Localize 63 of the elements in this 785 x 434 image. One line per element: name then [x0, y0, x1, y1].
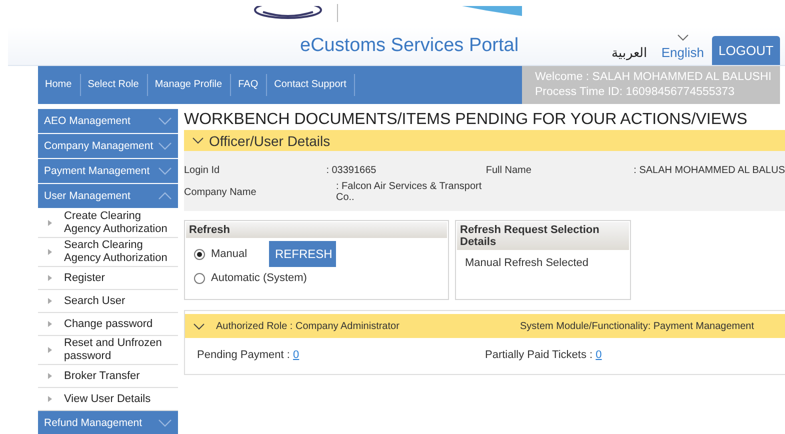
count-text: Partially Paid Tickets : 0 — [485, 349, 603, 361]
field-label: Login Id — [184, 164, 221, 176]
count-text: Pending Payment : 0 — [197, 349, 300, 361]
radio-label: Automatic (System) — [211, 272, 307, 284]
menu-item[interactable]: View User Details — [64, 392, 151, 406]
nav-link[interactable]: Contact Support — [267, 74, 356, 96]
field-value: : Falcon Air Services & Transport Co.. — [336, 181, 483, 203]
bullet-icon — [48, 220, 52, 226]
menu-item[interactable]: Create Clearing Agency Authorization — [64, 210, 178, 236]
chevron-down-icon — [158, 167, 172, 175]
language-link[interactable]: English — [661, 34, 704, 60]
radio-button[interactable] — [194, 248, 205, 260]
nav-link[interactable]: Home — [38, 74, 81, 96]
bullet-icon — [48, 396, 52, 402]
nav-link[interactable]: Select Role — [80, 74, 148, 96]
portal-title: eCustoms Services Portal — [300, 35, 519, 57]
process-time-text: Process Time ID: 16098456774555373 — [535, 85, 736, 100]
menu-item[interactable]: Broker Transfer — [64, 370, 140, 382]
radio-label: Manual — [211, 248, 248, 260]
page-title: WORKBENCH DOCUMENTS/ITEMS PENDING FOR YOUR ACTIONS/VIEWS — [184, 110, 748, 130]
bullet-icon — [48, 321, 52, 327]
section-header[interactable]: Authorized Role : Company Administrator System Module/Functionality: Payment Management — [185, 314, 785, 338]
field-label: Company Name — [184, 186, 258, 198]
menu-header[interactable]: User Management — [38, 184, 178, 208]
field-value: : 03391665 — [326, 164, 378, 176]
chevron-down-icon — [158, 142, 172, 150]
menu-header[interactable]: Payment Management — [38, 159, 178, 183]
emblem-icon — [253, 6, 323, 20]
panel-heading: Refresh Request Selection Details — [457, 222, 629, 250]
nav-link[interactable]: Manage Profile — [148, 74, 232, 96]
menu-item[interactable]: Search Clearing Agency Authorization — [64, 239, 178, 265]
logout-button[interactable]: LOGOUT — [712, 36, 780, 65]
chevron-down-icon — [158, 117, 172, 125]
panel-heading: Refresh — [186, 222, 447, 238]
section-header[interactable]: Officer/User Details — [184, 130, 785, 151]
menu-item[interactable]: Search User — [64, 294, 126, 308]
menu-item[interactable]: Reset and Unfrozen password — [64, 337, 178, 363]
chevron-up-icon — [158, 192, 172, 200]
bullet-icon — [48, 298, 52, 304]
language-link[interactable]: العربية — [611, 45, 648, 60]
count-link[interactable]: 0 — [293, 349, 300, 361]
menu-header[interactable]: AEO Management — [38, 109, 178, 133]
chevron-down-icon — [676, 34, 689, 41]
bullet-icon — [48, 347, 52, 353]
menu-item[interactable]: Register — [64, 272, 105, 284]
bullet-icon — [48, 275, 52, 281]
refresh-button[interactable]: REFRESH — [269, 241, 336, 267]
menu-item[interactable]: Change password — [64, 318, 153, 330]
radio-button[interactable] — [194, 272, 205, 284]
nav-link[interactable]: FAQ — [231, 74, 268, 96]
bullet-icon — [48, 373, 52, 379]
chevron-down-icon — [192, 137, 204, 144]
field-value: : SALAH MOHAMMED AL BALUS — [634, 164, 785, 176]
swoosh-icon — [462, 6, 522, 18]
chevron-down-icon — [193, 322, 205, 330]
welcome-text: Welcome : SALAH MOHAMMED AL BALUSHI — [535, 70, 772, 85]
field-label: Full Name — [484, 164, 532, 176]
selection-text: Manual Refresh Selected — [464, 256, 590, 271]
chevron-down-icon — [158, 419, 172, 427]
menu-header[interactable]: Company Management — [38, 134, 178, 158]
menu-header[interactable]: Refund Management — [38, 411, 178, 434]
bullet-icon — [48, 249, 52, 255]
count-link[interactable]: 0 — [596, 349, 602, 361]
